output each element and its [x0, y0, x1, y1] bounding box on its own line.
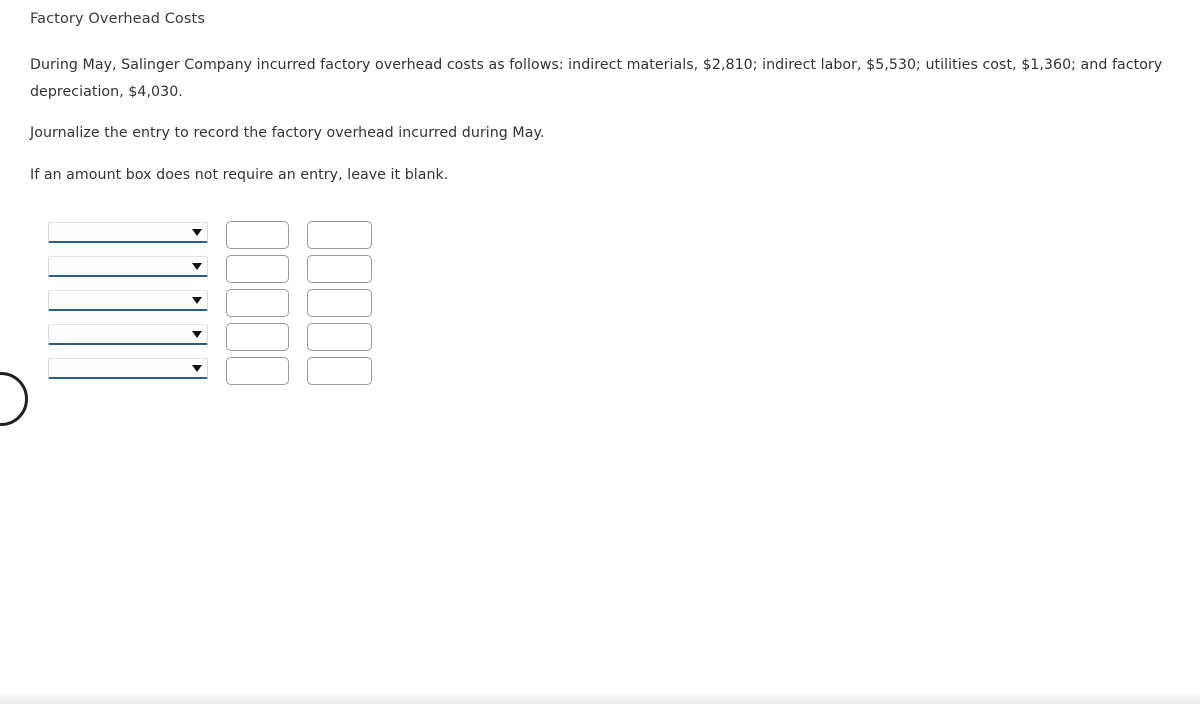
question-instruction-blank: If an amount box does not require an ent… [30, 167, 449, 183]
credit-input-5[interactable] [307, 357, 372, 385]
chevron-down-icon [192, 263, 202, 270]
credit-input-1[interactable] [307, 221, 372, 249]
debit-input-1[interactable] [226, 221, 289, 249]
journal-row [48, 255, 388, 290]
circle-outline-decoration [0, 372, 28, 426]
account-select-1[interactable] [48, 222, 208, 243]
debit-input-3-value [227, 290, 288, 295]
debit-input-3[interactable] [226, 289, 289, 317]
question-instruction-journalize: Journalize the entry to record the facto… [30, 125, 545, 141]
credit-input-1-value [308, 222, 371, 227]
credit-input-4[interactable] [307, 323, 372, 351]
question-page: Factory Overhead Costs During May, Salin… [0, 0, 1200, 704]
account-select-4[interactable] [48, 324, 208, 345]
page-title: Factory Overhead Costs [30, 11, 205, 27]
credit-input-2[interactable] [307, 255, 372, 283]
question-prompt-costs: During May, Salinger Company incurred fa… [30, 57, 1163, 100]
debit-input-2-value [227, 256, 288, 261]
journal-row [48, 357, 388, 392]
debit-input-1-value [227, 222, 288, 227]
credit-input-2-value [308, 256, 371, 261]
chevron-down-icon [192, 229, 202, 236]
credit-input-5-value [308, 358, 371, 363]
credit-input-3-value [308, 290, 371, 295]
chevron-down-icon [192, 331, 202, 338]
journal-row [48, 221, 388, 256]
debit-input-5-value [227, 358, 288, 363]
debit-input-4-value [227, 324, 288, 329]
debit-input-2[interactable] [226, 255, 289, 283]
debit-input-5[interactable] [226, 357, 289, 385]
page-footer-band [0, 692, 1200, 704]
account-select-2[interactable] [48, 256, 208, 277]
debit-input-4[interactable] [226, 323, 289, 351]
journal-row [48, 323, 388, 358]
journal-row [48, 289, 388, 324]
account-select-3[interactable] [48, 290, 208, 311]
credit-input-4-value [308, 324, 371, 329]
chevron-down-icon [192, 365, 202, 372]
question-content: Factory Overhead Costs During May, Salin… [30, 0, 1195, 189]
journal-entry-form [48, 221, 388, 392]
chevron-down-icon [192, 297, 202, 304]
account-select-5[interactable] [48, 358, 208, 379]
credit-input-3[interactable] [307, 289, 372, 317]
